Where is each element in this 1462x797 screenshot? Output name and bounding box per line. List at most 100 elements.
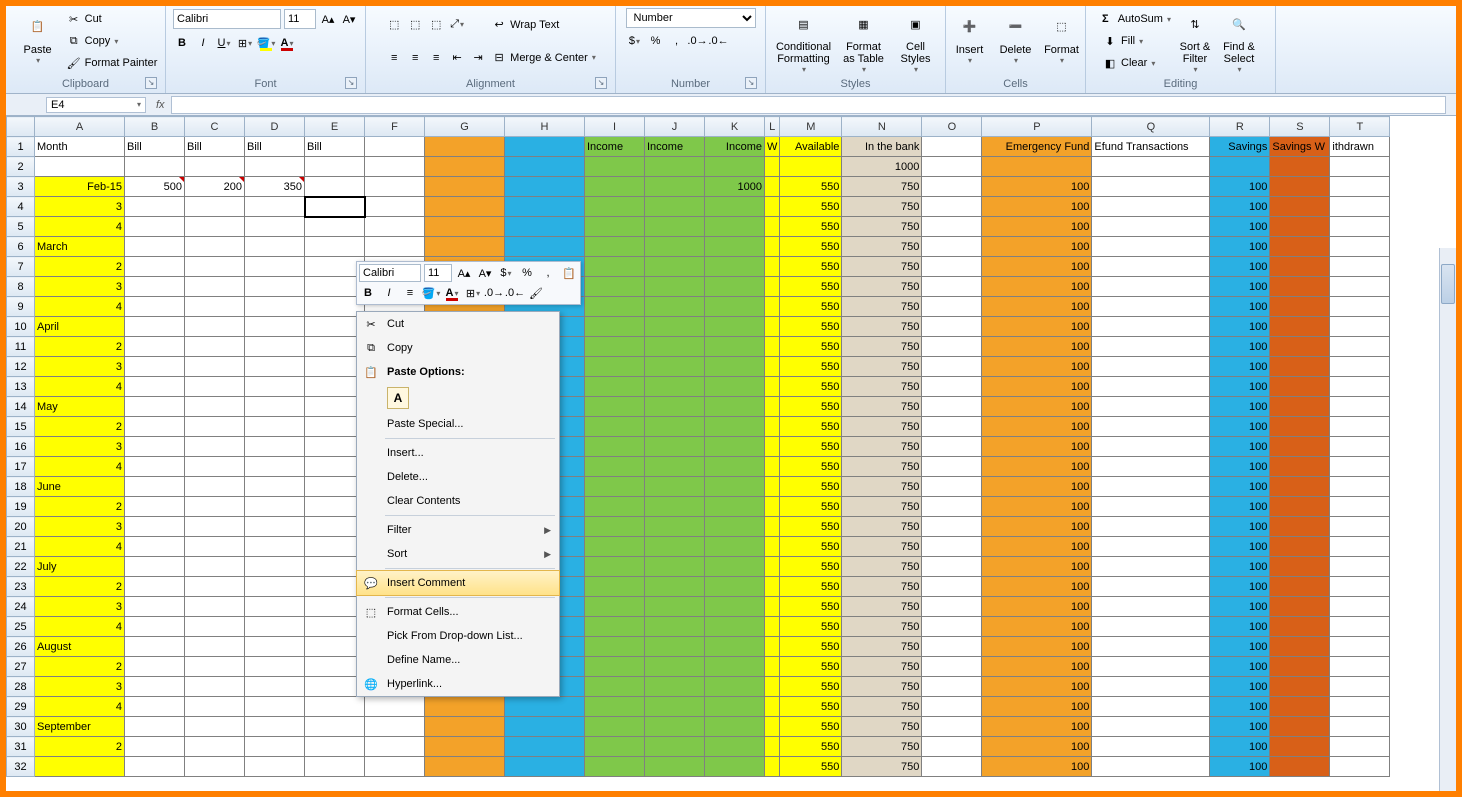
- cell-Q25[interactable]: [1092, 617, 1210, 637]
- cell-A28[interactable]: 3: [35, 677, 125, 697]
- cell-M6[interactable]: 550: [780, 237, 842, 257]
- align-center-button[interactable]: ≡: [406, 49, 424, 67]
- wrap-text-button[interactable]: ↩Wrap Text: [491, 14, 596, 36]
- cell-M30[interactable]: 550: [780, 717, 842, 737]
- cell-J10[interactable]: [645, 317, 705, 337]
- cell-B9[interactable]: [125, 297, 185, 317]
- cell-A10[interactable]: April: [35, 317, 125, 337]
- row-header-18[interactable]: 18: [7, 477, 35, 497]
- align-bottom-button[interactable]: ⬚: [427, 16, 445, 34]
- cell-O26[interactable]: [922, 637, 982, 657]
- insert-button[interactable]: ➕Insert▾: [949, 8, 991, 74]
- cell-N8[interactable]: 750: [842, 277, 922, 297]
- cell-R25[interactable]: 100: [1210, 617, 1270, 637]
- cell-B21[interactable]: [125, 537, 185, 557]
- cell-L26[interactable]: [765, 637, 780, 657]
- cell-A20[interactable]: 3: [35, 517, 125, 537]
- cell-R28[interactable]: 100: [1210, 677, 1270, 697]
- cell-R2[interactable]: [1210, 157, 1270, 177]
- cell-S5[interactable]: [1270, 217, 1330, 237]
- cell-I25[interactable]: [585, 617, 645, 637]
- cell-E2[interactable]: [305, 157, 365, 177]
- cell-I32[interactable]: [585, 757, 645, 777]
- cell-P5[interactable]: 100: [982, 217, 1092, 237]
- cell-N6[interactable]: 750: [842, 237, 922, 257]
- cell-K26[interactable]: [705, 637, 765, 657]
- cell-K2[interactable]: [705, 157, 765, 177]
- cell-O2[interactable]: [922, 157, 982, 177]
- cell-R20[interactable]: 100: [1210, 517, 1270, 537]
- cell-B12[interactable]: [125, 357, 185, 377]
- cell-R8[interactable]: 100: [1210, 277, 1270, 297]
- cell-H31[interactable]: [505, 737, 585, 757]
- cell-A21[interactable]: 4: [35, 537, 125, 557]
- cell-C23[interactable]: [185, 577, 245, 597]
- cell-O4[interactable]: [922, 197, 982, 217]
- increase-indent-button[interactable]: ⇥: [469, 49, 487, 67]
- col-header-L[interactable]: L: [765, 117, 780, 137]
- cell-Q11[interactable]: [1092, 337, 1210, 357]
- cell-N1[interactable]: In the bank: [842, 137, 922, 157]
- cell-L29[interactable]: [765, 697, 780, 717]
- font-color-button[interactable]: A▾: [278, 34, 296, 52]
- cell-A11[interactable]: 2: [35, 337, 125, 357]
- col-header-S[interactable]: S: [1270, 117, 1330, 137]
- align-middle-button[interactable]: ⬚: [406, 16, 424, 34]
- cell-T23[interactable]: [1330, 577, 1390, 597]
- cell-M22[interactable]: 550: [780, 557, 842, 577]
- mini-font-color[interactable]: A▾: [443, 284, 461, 302]
- cell-D2[interactable]: [245, 157, 305, 177]
- cell-D23[interactable]: [245, 577, 305, 597]
- cell-K12[interactable]: [705, 357, 765, 377]
- cell-K27[interactable]: [705, 657, 765, 677]
- cell-I30[interactable]: [585, 717, 645, 737]
- cell-O20[interactable]: [922, 517, 982, 537]
- cell-K24[interactable]: [705, 597, 765, 617]
- cell-Q26[interactable]: [1092, 637, 1210, 657]
- cell-H30[interactable]: [505, 717, 585, 737]
- conditional-formatting-button[interactable]: ▤Conditional Formatting▾: [772, 8, 836, 74]
- row-header-21[interactable]: 21: [7, 537, 35, 557]
- cell-C14[interactable]: [185, 397, 245, 417]
- cell-M13[interactable]: 550: [780, 377, 842, 397]
- cell-K32[interactable]: [705, 757, 765, 777]
- cell-T24[interactable]: [1330, 597, 1390, 617]
- cell-D7[interactable]: [245, 257, 305, 277]
- mini-align-center[interactable]: ≡: [401, 284, 419, 302]
- cell-A6[interactable]: March: [35, 237, 125, 257]
- cell-L2[interactable]: [765, 157, 780, 177]
- cell-T7[interactable]: [1330, 257, 1390, 277]
- cell-T3[interactable]: [1330, 177, 1390, 197]
- cell-C26[interactable]: [185, 637, 245, 657]
- cell-P29[interactable]: 100: [982, 697, 1092, 717]
- cell-O28[interactable]: [922, 677, 982, 697]
- cell-D19[interactable]: [245, 497, 305, 517]
- cell-B2[interactable]: [125, 157, 185, 177]
- cell-D32[interactable]: [245, 757, 305, 777]
- cell-T27[interactable]: [1330, 657, 1390, 677]
- cell-D31[interactable]: [245, 737, 305, 757]
- cell-M4[interactable]: 550: [780, 197, 842, 217]
- ctx-insert-comment[interactable]: 💬Insert Comment: [357, 571, 559, 595]
- cell-I9[interactable]: [585, 297, 645, 317]
- percent-button[interactable]: %: [647, 32, 665, 50]
- row-header-7[interactable]: 7: [7, 257, 35, 277]
- cell-L1[interactable]: W: [765, 137, 780, 157]
- cell-O18[interactable]: [922, 477, 982, 497]
- cell-C20[interactable]: [185, 517, 245, 537]
- cell-C31[interactable]: [185, 737, 245, 757]
- cell-D16[interactable]: [245, 437, 305, 457]
- cell-K19[interactable]: [705, 497, 765, 517]
- cell-Q21[interactable]: [1092, 537, 1210, 557]
- cell-R9[interactable]: 100: [1210, 297, 1270, 317]
- cell-Q14[interactable]: [1092, 397, 1210, 417]
- fill-button[interactable]: ⬇Fill▾: [1102, 30, 1171, 52]
- cell-O32[interactable]: [922, 757, 982, 777]
- cell-L11[interactable]: [765, 337, 780, 357]
- col-header-F[interactable]: F: [365, 117, 425, 137]
- currency-button[interactable]: $▾: [626, 32, 644, 50]
- cell-I8[interactable]: [585, 277, 645, 297]
- row-header-8[interactable]: 8: [7, 277, 35, 297]
- col-header-B[interactable]: B: [125, 117, 185, 137]
- cell-J5[interactable]: [645, 217, 705, 237]
